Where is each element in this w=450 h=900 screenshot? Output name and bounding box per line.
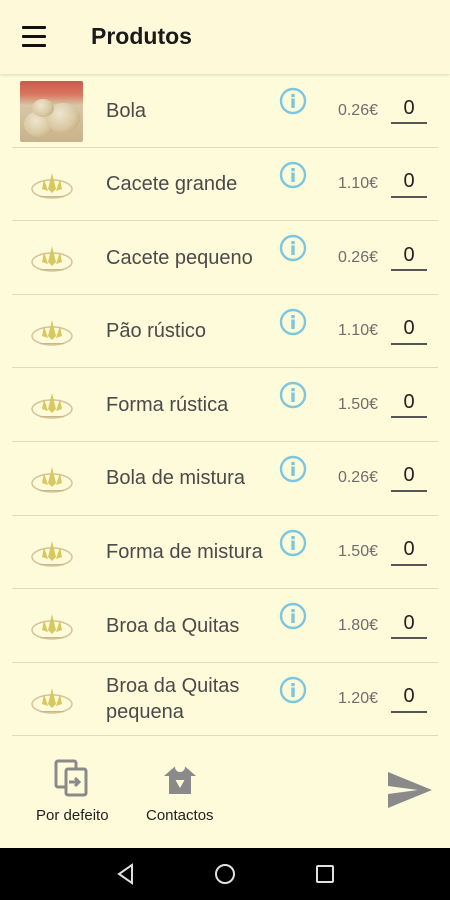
product-row: Broa da Quitas 1.80€ (0, 589, 450, 663)
quantity-input[interactable] (391, 682, 427, 713)
bakery-logo-icon (20, 158, 83, 212)
product-price: 1.50€ (337, 395, 378, 413)
quantity-input[interactable] (391, 609, 427, 640)
app-bar: Produtos (0, 0, 450, 74)
default-label: Por defeito (36, 807, 109, 824)
page-title: Produtos (91, 23, 192, 49)
info-icon[interactable] (279, 529, 307, 557)
bakery-logo-icon (20, 378, 83, 432)
quantity-input[interactable] (391, 94, 427, 124)
product-name: Forma rústica (106, 393, 229, 416)
contacts-label: Contactos (146, 807, 214, 824)
product-price: 1.10€ (337, 322, 378, 340)
quantity-input[interactable] (391, 241, 427, 272)
product-row: Cacete pequeno 0.26€ (0, 221, 450, 295)
home-circle-icon[interactable] (213, 862, 237, 886)
product-list: Bola 0.26€ Cacete grande 1.10€ Cacete pe… (0, 74, 450, 736)
info-icon[interactable] (279, 87, 307, 115)
bakery-logo-icon (20, 305, 83, 359)
product-price: 0.26€ (337, 469, 378, 487)
info-icon[interactable] (279, 676, 307, 704)
info-icon[interactable] (279, 234, 307, 262)
bakery-logo-icon (20, 526, 83, 580)
info-icon[interactable] (279, 381, 307, 409)
product-row: Bola 0.26€ (0, 74, 450, 148)
quantity-input[interactable] (391, 167, 427, 198)
default-button[interactable]: Por defeito (36, 758, 109, 824)
info-icon[interactable] (279, 455, 307, 483)
quantity-input[interactable] (391, 461, 427, 492)
product-price: 1.20€ (337, 690, 378, 708)
bakery-logo-icon (20, 673, 83, 727)
product-price: 1.10€ (337, 175, 378, 193)
back-triangle-icon[interactable] (114, 862, 138, 886)
bakery-logo-icon (20, 599, 83, 653)
product-image (20, 81, 83, 142)
bakery-logo-icon (20, 231, 83, 285)
product-name: Forma de mistura (106, 541, 263, 564)
product-price: 0.26€ (337, 248, 378, 266)
quantity-input[interactable] (391, 388, 427, 419)
home-location-icon (163, 762, 196, 794)
info-icon[interactable] (279, 308, 307, 336)
product-row: Cacete grande 1.10€ (0, 148, 450, 222)
product-row: Forma de mistura 1.50€ (0, 516, 450, 590)
product-price: 1.80€ (337, 616, 378, 634)
product-name: Cacete grande (106, 173, 238, 196)
product-name: Bola de mistura (106, 467, 245, 490)
system-nav-bar (0, 848, 450, 900)
product-row: Forma rústica 1.50€ (0, 368, 450, 442)
product-name: Bola (106, 99, 147, 122)
info-icon[interactable] (279, 161, 307, 189)
product-name: Pão rústico (106, 320, 207, 343)
product-name: Broa da Quitas (106, 614, 240, 637)
product-name: Cacete pequeno (106, 246, 253, 269)
product-row: Pão rústico 1.10€ (0, 295, 450, 369)
quantity-input[interactable] (391, 535, 427, 566)
contacts-button[interactable]: Contactos (146, 758, 214, 824)
recents-square-icon[interactable] (313, 862, 337, 886)
swap-screen-icon (54, 759, 88, 797)
info-icon[interactable] (279, 602, 307, 630)
hamburger-menu-icon[interactable] (22, 26, 48, 48)
product-name: Broa da Quitas pequena (106, 675, 240, 724)
product-row: Bola de mistura 0.26€ (0, 442, 450, 516)
product-price: 1.50€ (337, 543, 378, 561)
send-icon[interactable] (386, 770, 434, 810)
product-row: Broa da Quitas pequena 1.20€ (0, 663, 450, 737)
product-price: 0.26€ (337, 101, 378, 119)
bakery-logo-icon (20, 452, 83, 506)
quantity-input[interactable] (391, 314, 427, 345)
bottom-action-bar: Por defeito Contactos (0, 748, 450, 848)
